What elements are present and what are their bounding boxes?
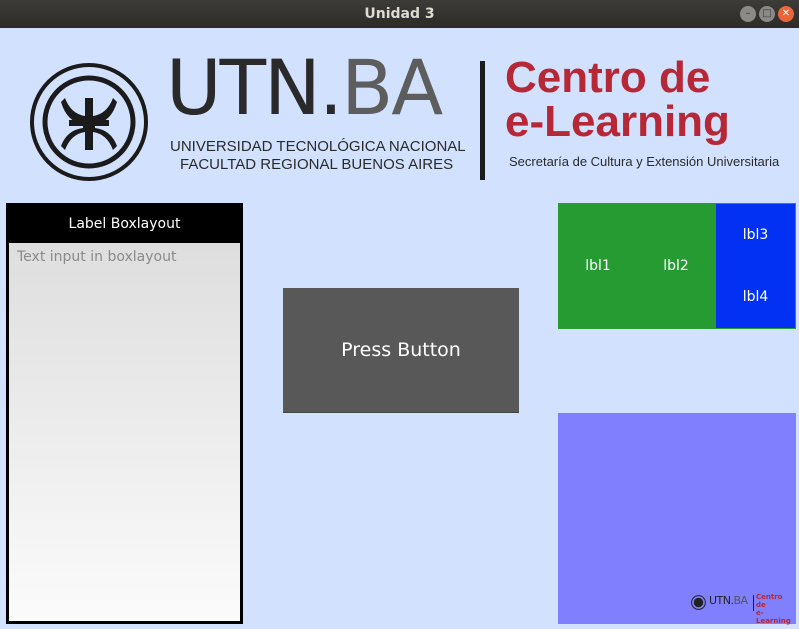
press-button[interactable]: Press Button <box>283 288 519 412</box>
elearning-title: e-Learning <box>505 97 730 146</box>
mini-utn-wordmark: UTN.BA <box>709 594 748 607</box>
maximize-button[interactable]: □ <box>759 6 775 22</box>
banner-divider <box>480 61 485 180</box>
utn-seal-logo <box>30 63 148 181</box>
mini-centro-line: Centro de <box>756 593 783 609</box>
utn-wordmark: UTN.BA <box>166 50 443 126</box>
mini-centro-text: Centro de e-Learning <box>756 593 793 625</box>
mini-utn-gray: BA <box>733 594 749 607</box>
image-panel: UTN.BA Centro de e-Learning <box>558 413 796 625</box>
label-lbl2: lbl2 <box>663 258 689 274</box>
boxlayout-panel: Label Boxlayout Text input in boxlayout <box>6 203 243 624</box>
boxlayout-text-input[interactable]: Text input in boxlayout <box>9 243 240 621</box>
utn-wordmark-gray: BA <box>341 43 443 132</box>
mini-seal-icon <box>691 595 706 610</box>
secretaria-subtitle: Secretaría de Cultura y Extensión Univer… <box>509 154 780 169</box>
boxlayout-label: Label Boxlayout <box>68 216 181 232</box>
faculty-name: FACULTAD REGIONAL BUENOS AIRES <box>180 156 454 173</box>
centro-title: Centro de <box>505 53 711 102</box>
close-button[interactable]: ✕ <box>778 6 794 22</box>
university-name: UNIVERSIDAD TECNOLÓGICA NACIONAL <box>170 138 466 155</box>
window-title: Unidad 3 <box>364 6 435 22</box>
mini-utn-dark: UTN. <box>709 594 734 607</box>
app-content: UTN.BA UNIVERSIDAD TECNOLÓGICA NACIONAL … <box>0 28 799 629</box>
utn-wordmark-dark: UTN. <box>166 43 343 132</box>
mini-divider <box>753 595 754 611</box>
label-lbl4: lbl4 <box>742 289 769 305</box>
nested-blue-panel: lbl3 lbl4 <box>716 204 795 328</box>
mini-utn-logo: UTN.BA Centro de e-Learning <box>691 593 793 625</box>
window-titlebar[interactable]: Unidad 3 – □ ✕ <box>0 0 799 28</box>
mini-elearning-line: e-Learning <box>756 609 791 625</box>
header-banner: UTN.BA UNIVERSIDAD TECNOLÓGICA NACIONAL … <box>0 28 799 198</box>
minimize-button[interactable]: – <box>740 6 756 22</box>
label-lbl3: lbl3 <box>742 227 769 243</box>
label-lbl1: lbl1 <box>585 258 611 274</box>
